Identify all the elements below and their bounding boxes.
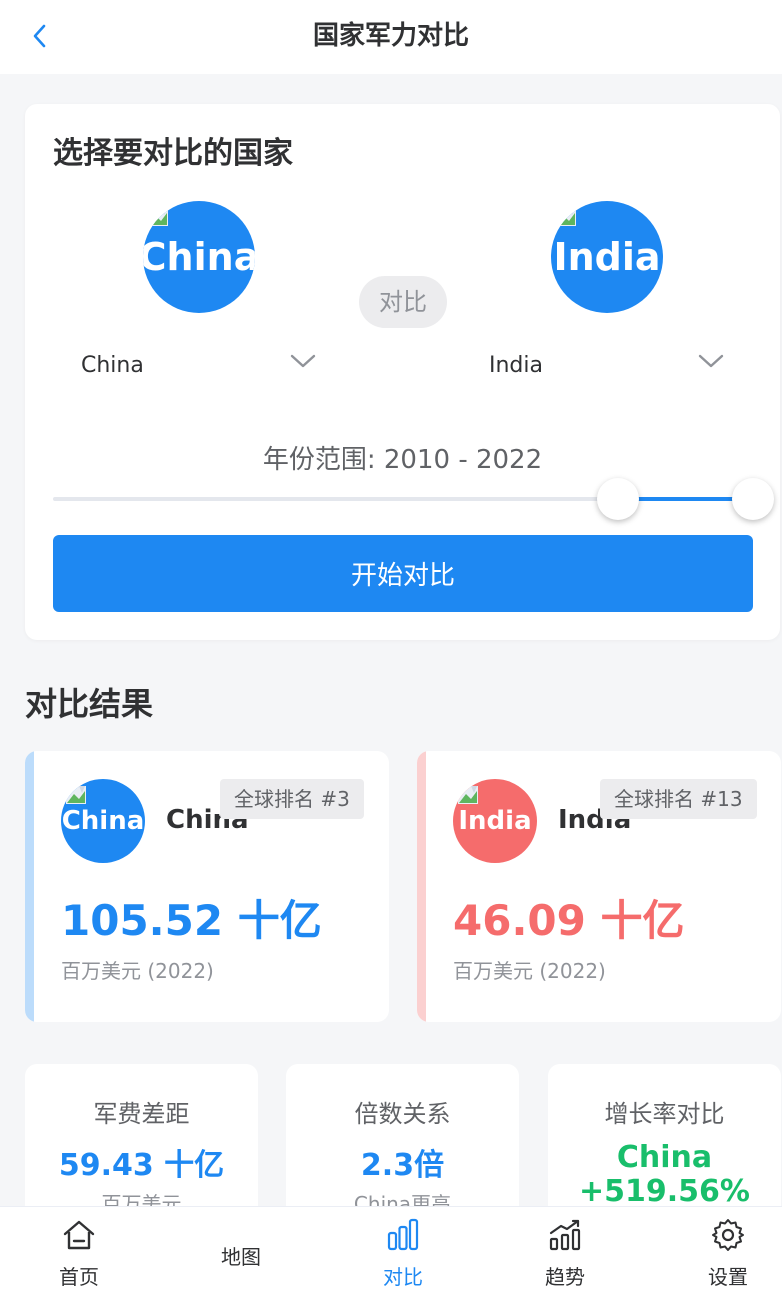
result-card-india: India India 全球排名 #13 46.09 十亿 百万美元 (2022…: [417, 751, 781, 1022]
tab-trend[interactable]: 趋势: [505, 1207, 625, 1294]
result-card-china: China China 全球排名 #3 105.52 十亿 百万美元 (2022…: [25, 751, 389, 1022]
tab-compare[interactable]: 对比: [343, 1207, 463, 1294]
country-a-select[interactable]: China: [81, 343, 317, 387]
spending-unit: 百万美元 (2022): [453, 959, 606, 983]
vs-badge: 对比: [359, 276, 447, 328]
country-a-select-value: China: [81, 352, 144, 378]
gear-icon: [712, 1219, 744, 1251]
spending-value: 46.09 十亿: [453, 896, 685, 945]
country-b-flag-text: India: [553, 235, 661, 279]
card-accent-bar: [417, 751, 426, 1022]
slider-handle-start[interactable]: [597, 478, 639, 520]
slider-handle-end[interactable]: [732, 478, 774, 520]
stat-label: 军费差距: [93, 1100, 190, 1128]
home-icon: [63, 1220, 95, 1250]
bottom-tab-bar: 首页 地图 对比 趋势 设置: [0, 1206, 782, 1294]
country-a-flag-text: China: [143, 235, 255, 279]
country-avatar: China: [61, 779, 145, 863]
stat-value: 59.43 十亿: [58, 1148, 225, 1183]
tab-label: 对比: [383, 1265, 423, 1289]
tab-label: 地图: [221, 1245, 261, 1269]
broken-image-icon: [458, 786, 478, 804]
country-b-select-value: India: [489, 352, 543, 378]
country-select-card: 选择要对比的国家 China 对比 India China India 年份范围…: [25, 104, 780, 640]
page-title: 国家军力对比: [312, 21, 469, 51]
spending-value: 105.52 十亿: [61, 896, 322, 945]
country-b-flag: India: [551, 201, 663, 313]
year-range-label: 年份范围: 2010 - 2022: [262, 445, 543, 475]
nav-header: 国家军力对比: [0, 0, 782, 74]
section-title-results: 对比结果: [25, 685, 154, 723]
rank-badge: 全球排名 #13: [600, 779, 757, 819]
spending-unit: 百万美元 (2022): [61, 959, 214, 983]
stat-label: 增长率对比: [604, 1100, 725, 1128]
country-a-flag: China: [143, 201, 255, 313]
tab-map[interactable]: 地图: [181, 1207, 301, 1294]
tab-label: 趋势: [545, 1265, 585, 1289]
chevron-down-icon: [698, 354, 724, 368]
bar-chart-icon: [387, 1218, 419, 1251]
section-title-select: 选择要对比的国家: [53, 136, 293, 171]
tab-label: 首页: [59, 1265, 99, 1289]
avatar-text: India: [458, 806, 532, 836]
rank-badge: 全球排名 #3: [220, 779, 364, 819]
card-accent-bar: [25, 751, 34, 1022]
broken-image-icon: [148, 208, 168, 226]
tab-label: 设置: [708, 1265, 748, 1289]
stat-value: 2.3倍: [360, 1148, 445, 1183]
chevron-down-icon: [290, 354, 316, 368]
tab-home[interactable]: 首页: [19, 1207, 139, 1294]
stat-label: 倍数关系: [354, 1100, 451, 1128]
country-avatar: India: [453, 779, 537, 863]
stat-value: China: [616, 1140, 713, 1175]
stat-sub: +519.56%: [579, 1174, 750, 1209]
tab-settings[interactable]: 设置: [668, 1207, 782, 1294]
avatar-text: China: [61, 806, 145, 836]
start-compare-button[interactable]: 开始对比: [53, 535, 753, 612]
country-b-select[interactable]: India: [489, 343, 725, 387]
broken-image-icon: [66, 786, 86, 804]
trend-icon: [549, 1219, 581, 1251]
broken-image-icon: [556, 208, 576, 226]
